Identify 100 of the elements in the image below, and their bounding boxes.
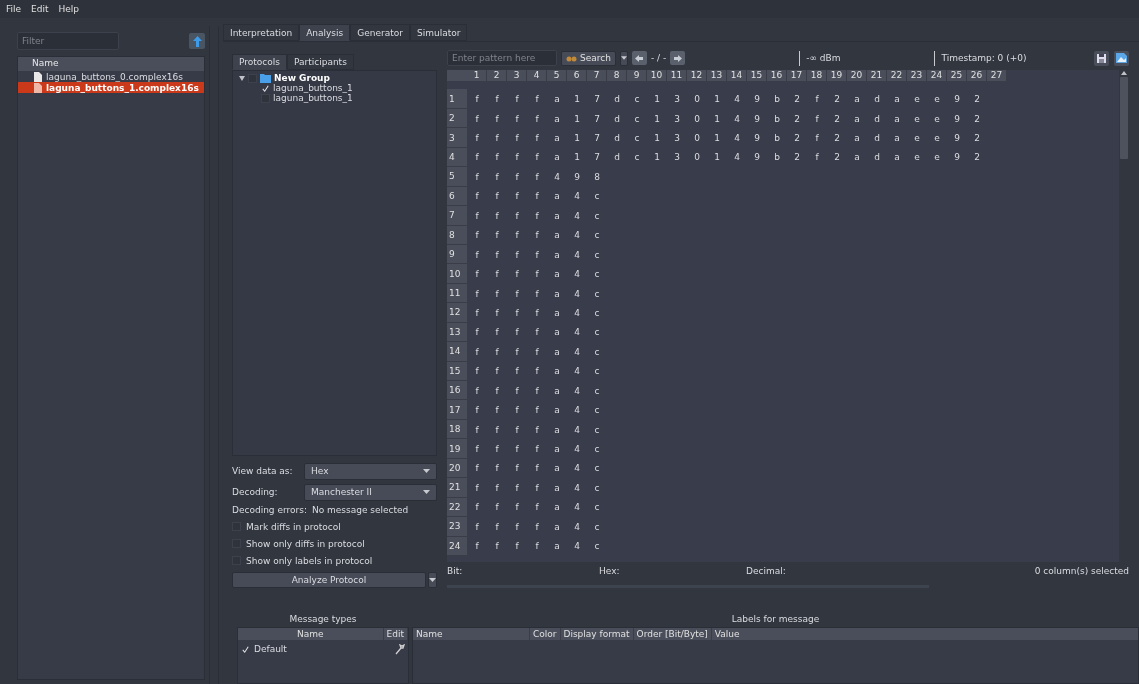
previous-button[interactable]: [631, 51, 647, 65]
table-cell-text: 7: [593, 151, 601, 165]
table-cell-text: f: [494, 404, 500, 418]
table-cell-text: c: [593, 268, 601, 282]
row-header: 20: [447, 458, 467, 479]
bit-label: Bit:: [447, 566, 464, 576]
wrench-icon[interactable]: [395, 643, 405, 655]
row-header: 17: [447, 400, 467, 420]
table-cell-text: 7: [593, 112, 601, 126]
caret-icon: [429, 578, 436, 582]
table-cell-text: f: [514, 209, 520, 223]
column-header: 16: [767, 70, 787, 81]
table-cell-text: f: [534, 481, 540, 495]
table-cell-text: f: [474, 443, 480, 457]
table-cell-text: d: [873, 132, 881, 146]
table-cell-text: 9: [573, 170, 581, 184]
table-cell-text: 3: [673, 151, 681, 165]
row-header: 3: [447, 128, 467, 148]
expand-arrow-icon[interactable]: [239, 75, 245, 81]
image-icon[interactable]: [1114, 50, 1129, 66]
tree-item[interactable]: laguna_buttons_1: [273, 93, 353, 103]
table-cell-text: f: [494, 345, 500, 359]
view-data-dropdown[interactable]: Hex: [304, 462, 437, 480]
search-button[interactable]: Search: [561, 50, 616, 66]
table-cell-text: 4: [553, 170, 561, 184]
tab[interactable]: Analysis: [299, 24, 351, 41]
tab[interactable]: Generator: [350, 24, 410, 41]
table-cell-text: f: [474, 112, 480, 126]
tab[interactable]: Protocols: [232, 54, 287, 70]
column-header: 19: [827, 70, 847, 81]
scroll-up-icon[interactable]: [1121, 71, 1127, 75]
table-cell-text: 0: [693, 132, 701, 146]
row-header: 10: [447, 264, 467, 284]
decoding-dropdown[interactable]: Manchester II: [304, 483, 437, 501]
table-cell-text: f: [494, 229, 500, 243]
tree-item[interactable]: laguna_buttons_1: [273, 83, 353, 93]
menu-item[interactable]: File: [6, 4, 22, 14]
column-header: 27: [987, 70, 1007, 81]
table-cell-text: f: [474, 268, 480, 282]
table-cell-text: 4: [573, 384, 581, 398]
table-cell-text: 4: [573, 306, 581, 320]
table-cell-text: f: [534, 540, 540, 554]
table-cell-text: c: [593, 520, 601, 534]
table-cell-text: f: [534, 151, 540, 165]
tab[interactable]: Simulator: [409, 24, 468, 41]
left-arrow-icon: [635, 54, 644, 62]
table-cell-text: f: [494, 501, 500, 515]
table-cell-text: f: [534, 345, 540, 359]
table-cell-text: c: [633, 112, 641, 126]
scrollbar-thumb[interactable]: [1120, 77, 1128, 159]
dropdown-button[interactable]: [428, 572, 437, 588]
table-cell-text: f: [534, 306, 540, 320]
list-item[interactable]: laguna_buttons_0.complex16s: [18, 71, 204, 82]
table-cell-text: f: [474, 501, 480, 515]
list-item[interactable]: laguna_buttons_1.complex16s: [18, 82, 204, 93]
table-cell-text: 2: [973, 93, 981, 107]
checkbox-label: Mark diffs in protocol: [246, 521, 341, 532]
table-cell-text: f: [514, 229, 520, 243]
tree-item[interactable]: New Group: [274, 73, 330, 83]
table-cell-text: a: [553, 326, 561, 340]
table-cell-text: 9: [953, 132, 961, 146]
table-cell-text: 3: [673, 112, 681, 126]
table-cell-text: f: [534, 462, 540, 476]
table-cell-text: c: [593, 501, 601, 515]
search-field[interactable]: Enter pattern here: [447, 50, 557, 66]
row-header: 16: [447, 381, 467, 401]
table-cell-text: f: [534, 112, 540, 126]
table-cell-text: 4: [573, 443, 581, 457]
up-arrow-button[interactable]: [189, 33, 205, 49]
table-cell-text: 4: [573, 365, 581, 379]
dropdown-button[interactable]: [619, 50, 628, 66]
table-cell-text: a: [853, 132, 861, 146]
table-cell-text: 9: [753, 132, 761, 146]
menu-item[interactable]: Help: [58, 4, 80, 14]
table-cell-text: f: [474, 540, 480, 554]
table-cell-text: f: [514, 190, 520, 204]
hex-label: Hex:: [599, 566, 621, 576]
table-cell-text: a: [553, 132, 561, 146]
column-header: 6: [567, 70, 587, 81]
row-header: 2: [447, 108, 467, 129]
table-cell-text: b: [773, 151, 781, 165]
table-cell-text: 4: [573, 268, 581, 282]
table-cell-text: 2: [973, 151, 981, 165]
table-cell-text: f: [514, 540, 520, 554]
save-icon[interactable]: [1094, 50, 1109, 66]
table-cell-text: b: [773, 93, 781, 107]
table-cell-text: a: [553, 93, 561, 107]
analyze-protocol-button[interactable]: Analyze Protocol: [232, 572, 426, 588]
table-cell-text: a: [553, 306, 561, 320]
checkbox[interactable]: [261, 93, 270, 103]
table-cell-text: d: [873, 112, 881, 126]
menu-item[interactable]: Edit: [31, 4, 49, 14]
tab[interactable]: Interpretation: [223, 24, 300, 41]
next-button[interactable]: [670, 51, 686, 65]
table-cell-text: f: [534, 384, 540, 398]
column-header: 21: [867, 70, 887, 81]
table-cell-text: f: [494, 384, 500, 398]
filter-field[interactable]: Filter: [17, 32, 119, 50]
table-cell-text: 4: [573, 229, 581, 243]
tab[interactable]: Participants: [286, 54, 354, 70]
